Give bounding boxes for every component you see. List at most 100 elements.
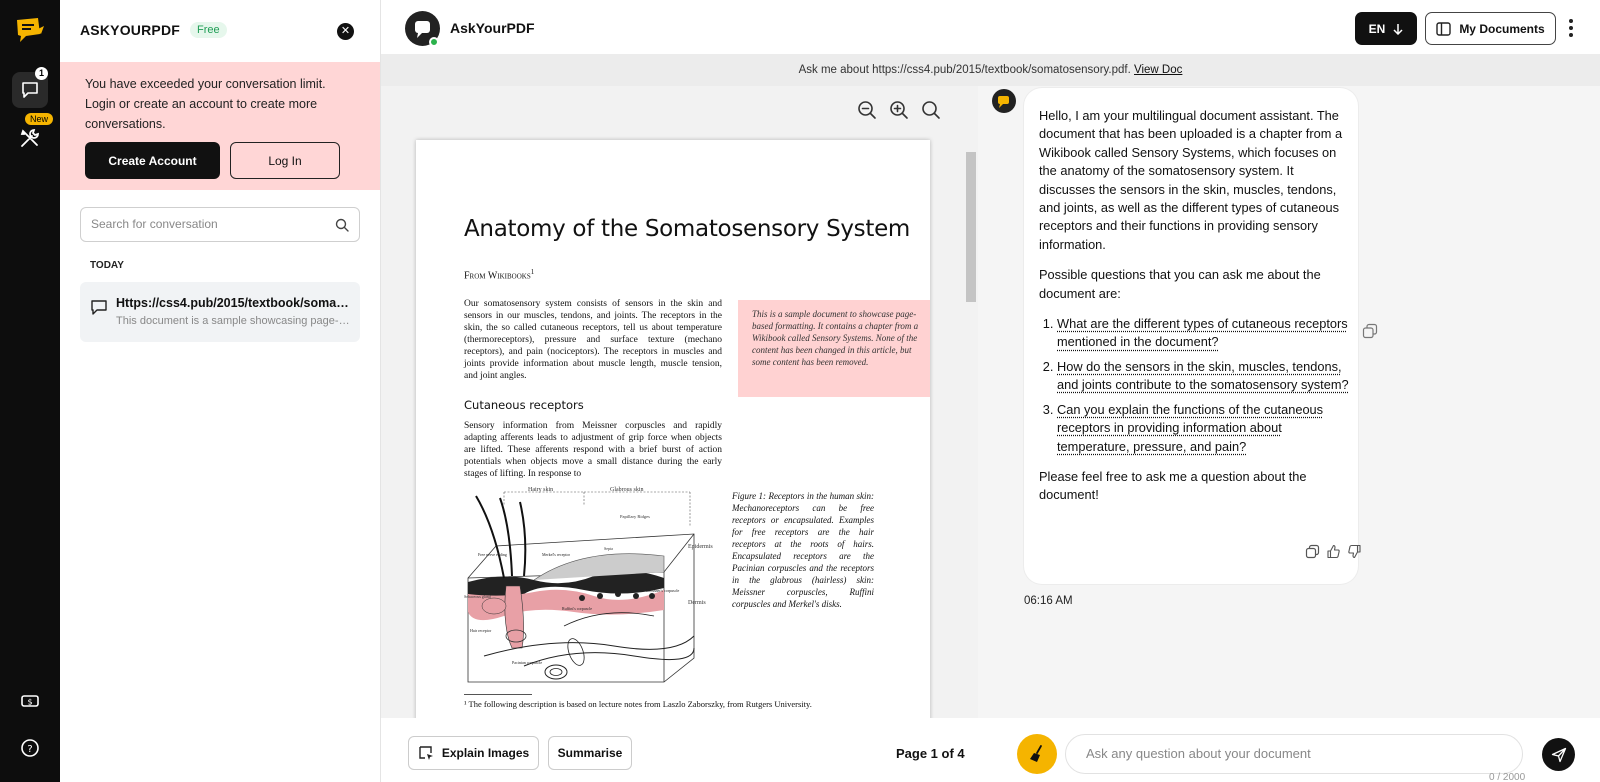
zoom-out-icon[interactable] (857, 100, 877, 120)
list-item[interactable]: Https://css4.pub/2015/textbook/somatosen… (80, 282, 360, 342)
language-label: EN (1369, 22, 1386, 36)
figure-label: Dermis (688, 600, 706, 606)
suggested-questions: What are the different types of cutaneou… (1039, 315, 1351, 456)
message-closing: Please feel free to ask me a question ab… (1039, 468, 1351, 505)
suggested-question-text: How do the sensors in the skin, muscles,… (1057, 359, 1349, 392)
suggested-question-text: Can you explain the functions of the cut… (1057, 402, 1323, 454)
conversation-sidebar: ASKYOURPDF Free ✕ You have exceeded your… (60, 0, 381, 782)
figure-label: Epidermis (688, 544, 713, 550)
login-button[interactable]: Log In (230, 142, 340, 179)
figure-label: Ruffini's corpuscle (562, 606, 592, 611)
my-documents-button[interactable]: My Documents (1425, 12, 1556, 45)
pdf-title: Anatomy of the Somatosensory System (464, 216, 910, 242)
assistant-logo-icon (992, 89, 1016, 113)
section-label-today: TODAY (90, 260, 124, 271)
view-doc-link[interactable]: View Doc (1134, 64, 1182, 76)
language-button[interactable]: EN (1355, 12, 1417, 45)
chat-panel: Hello, I am your multilingual document a… (978, 86, 1600, 718)
plan-badge: Free (190, 22, 227, 38)
explain-images-button[interactable]: Explain Images (408, 736, 539, 770)
sidebar-header: ASKYOURPDF Free (80, 22, 227, 38)
search-icon[interactable] (335, 218, 349, 232)
thumbs-down-icon[interactable] (1347, 544, 1362, 559)
assistant-avatar (992, 89, 1016, 113)
message-actions (1305, 544, 1362, 559)
conversation-title: Https://css4.pub/2015/textbook/somatosen… (116, 296, 351, 310)
suggested-question[interactable]: How do the sensors in the skin, muscles,… (1057, 358, 1351, 395)
send-button[interactable] (1542, 738, 1575, 771)
message-questions-intro: Possible questions that you can ask me a… (1039, 266, 1351, 303)
footnote-ref: 1 (531, 268, 535, 276)
thumbs-up-icon[interactable] (1326, 544, 1341, 559)
sidebar-title: ASKYOURPDF (80, 22, 180, 38)
pdf-sample-note: This is a sample document to showcase pa… (738, 300, 930, 397)
chat-icon (90, 298, 108, 316)
billing-button[interactable]: $ (12, 683, 48, 719)
pdf-sample-note-text: This is a sample document to showcase pa… (752, 308, 922, 368)
footnote-divider (464, 694, 532, 695)
question-field (1065, 734, 1523, 774)
suggested-question[interactable]: Can you explain the functions of the cut… (1057, 401, 1351, 456)
my-documents-label: My Documents (1459, 22, 1544, 36)
online-status-dot (429, 37, 439, 47)
figure-label: Hair receptor (470, 628, 492, 633)
more-options-icon[interactable] (1565, 16, 1577, 40)
message-intro: Hello, I am your multilingual document a… (1039, 107, 1351, 254)
figure-caption: Figure 1: Receptors in the human skin: M… (732, 490, 874, 610)
search-input[interactable] (91, 217, 321, 231)
limit-message: You have exceeded your conversation limi… (85, 74, 345, 134)
help-button[interactable]: ? (12, 730, 48, 766)
summarise-button[interactable]: Summarise (548, 736, 632, 770)
limit-alert: You have exceeded your conversation limi… (60, 62, 380, 190)
billing-icon: $ (20, 691, 40, 711)
page-indicator: Page 1 of 4 (896, 746, 965, 761)
zoom-in-icon[interactable] (889, 100, 909, 120)
top-header: AskYourPDF EN My Documents (381, 0, 1600, 54)
zoom-toolbar (857, 100, 941, 120)
question-input[interactable] (1086, 746, 1506, 761)
tools-button[interactable] (12, 120, 48, 156)
chat-count-badge: 1 (35, 67, 48, 80)
character-count: 0 / 2000 (1489, 772, 1525, 782)
conversation-snippet: This document is a sample showcasing pag… (116, 315, 351, 327)
figure-label: Meissner's corpuscle (646, 588, 679, 593)
suggested-question[interactable]: What are the different types of cutaneou… (1057, 315, 1351, 352)
close-icon: ✕ (341, 25, 350, 37)
select-image-icon (418, 745, 434, 761)
search-icon[interactable] (921, 100, 941, 120)
figure-label: Papillary Ridges (620, 514, 650, 519)
pdf-section-heading: Cutaneous receptors (464, 398, 584, 412)
clear-chat-button[interactable] (1017, 734, 1057, 774)
copy-icon[interactable] (1305, 544, 1320, 559)
pdf-viewer: Anatomy of the Somatosensory System From… (381, 86, 978, 718)
figure-label: Merkel's receptor (542, 552, 571, 557)
assistant-message: Hello, I am your multilingual document a… (1024, 88, 1358, 584)
pdf-paragraph-cutaneous: Sensory information from Meissner corpus… (464, 420, 722, 480)
document-info-bar: Ask me about https://css4.pub/2015/textb… (381, 54, 1600, 86)
figure-label: Hairy skin (528, 487, 553, 493)
chat-icon (20, 80, 40, 100)
app-root: 1 New $ ? ASKYOURPDF Free ✕ You have exc… (0, 0, 1600, 782)
tools-icon (19, 127, 41, 149)
arrow-down-icon (1393, 23, 1403, 35)
suggested-question-text: What are the different types of cutaneou… (1057, 316, 1348, 349)
broom-icon (1027, 744, 1047, 764)
pdf-scrollbar-thumb[interactable] (966, 152, 976, 302)
conversation-search (80, 207, 360, 242)
pdf-paragraph-intro: Our somatosensory system consists of sen… (464, 298, 722, 382)
pdf-source-text: From Wikibooks (464, 270, 531, 281)
copy-icon[interactable] (1362, 323, 1378, 339)
close-sidebar-button[interactable]: ✕ (337, 23, 354, 40)
skin-receptors-figure: Hairy skin Glabrous skin Papillary Ridge… (464, 486, 722, 686)
message-timestamp: 06:16 AM (1024, 595, 1073, 607)
sidebar-panel-icon (1436, 22, 1451, 36)
tools-new-badge: New (25, 113, 53, 125)
create-account-button[interactable]: Create Account (85, 142, 220, 179)
app-name: AskYourPDF (450, 20, 535, 36)
message-body: Hello, I am your multilingual document a… (1039, 107, 1351, 517)
svg-text:$: $ (27, 698, 32, 707)
figure-label: Septa (604, 546, 613, 551)
figure-label: Glabrous skin (610, 487, 644, 493)
logo-icon[interactable] (14, 16, 46, 44)
bottom-toolbar: Explain Images Summarise Page 1 of 4 0 /… (381, 718, 1600, 782)
